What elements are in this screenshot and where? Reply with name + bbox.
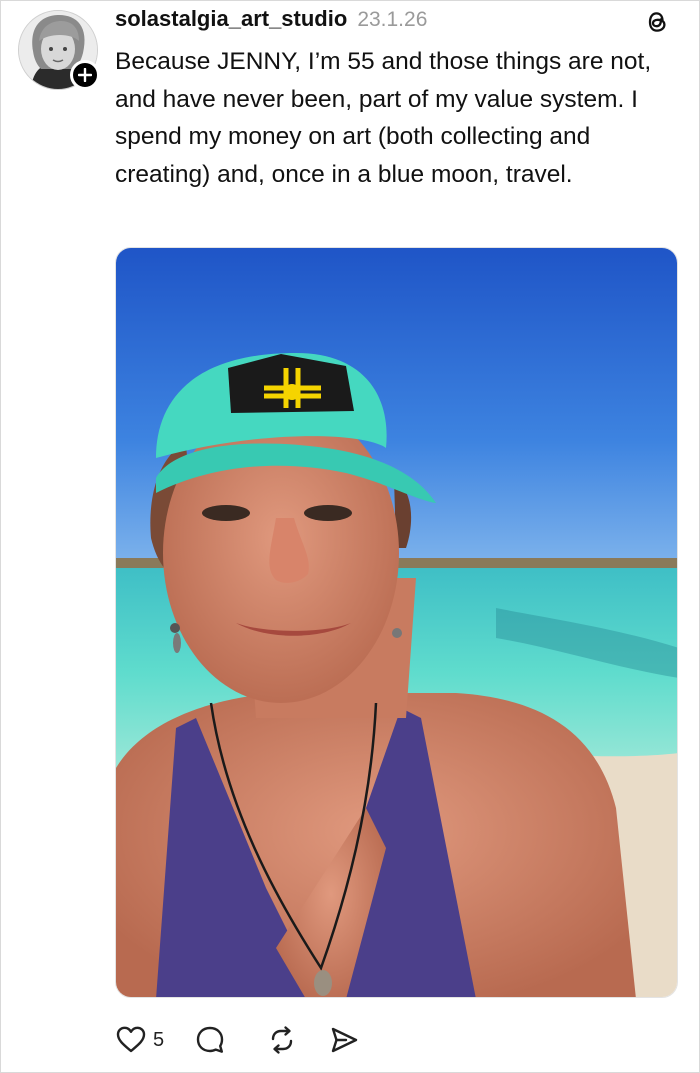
repost-button[interactable] — [266, 1024, 298, 1056]
beach-selfie-photo[interactable] — [115, 247, 678, 998]
threads-logo-icon[interactable] — [642, 7, 672, 37]
comment-button[interactable] — [194, 1024, 226, 1056]
like-count: 5 — [153, 1028, 165, 1051]
repost-icon — [271, 1026, 293, 1054]
action-bar: 5 — [115, 1022, 360, 1058]
share-button[interactable] — [328, 1024, 360, 1056]
username[interactable]: solastalgia_art_studio — [115, 6, 347, 32]
plus-icon — [78, 68, 92, 82]
post-header: solastalgia_art_studio 23.1.26 — [115, 6, 680, 38]
follow-plus-button[interactable] — [70, 60, 100, 90]
like-button[interactable]: 5 — [115, 1024, 164, 1056]
share-icon — [331, 1027, 358, 1053]
post-text: Because JENNY, I’m 55 and those things a… — [115, 48, 652, 188]
comment-icon — [196, 1026, 224, 1053]
heart-icon — [116, 1026, 146, 1053]
timestamp: 23.1.26 — [357, 8, 428, 31]
